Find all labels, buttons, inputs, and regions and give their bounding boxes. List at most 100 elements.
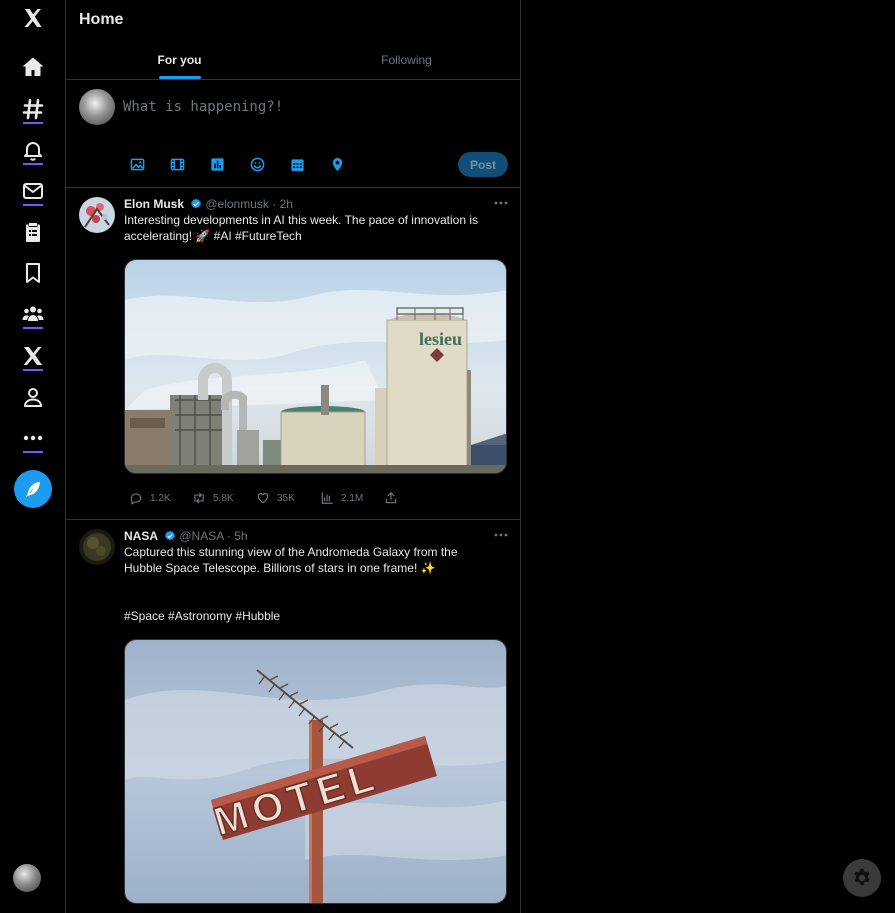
- reply-count: 1.2K: [150, 492, 171, 504]
- share-icon: [385, 492, 397, 504]
- tweet-media[interactable]: lesieu: [124, 259, 507, 474]
- views-button[interactable]: 2.1M: [320, 491, 384, 505]
- tab-label: Following: [381, 52, 432, 67]
- tweet-actions: 1.2K 5.8K 35K 2.1M: [129, 491, 405, 505]
- x-logo-link[interactable]: [13, 0, 53, 36]
- composer-toolbar: [129, 156, 369, 172]
- post-button[interactable]: Post: [458, 152, 508, 177]
- nav-home[interactable]: [13, 49, 53, 85]
- profile-icon: [24, 388, 42, 407]
- view-count: 2.1M: [341, 492, 364, 504]
- tweet-author-avatar[interactable]: [79, 529, 115, 565]
- add-emoji-button[interactable]: [249, 156, 265, 172]
- tweet-header: NASA @NASA · 5h: [124, 529, 248, 543]
- tweet-timestamp[interactable]: 2h: [280, 197, 293, 211]
- nav-indicator: [23, 163, 43, 165]
- nav-communities[interactable]: [13, 296, 53, 332]
- like-button[interactable]: 35K: [256, 491, 320, 505]
- nav-explore[interactable]: [13, 91, 53, 127]
- gif-icon: [170, 158, 184, 170]
- tweet-text: Interesting developments in AI this week…: [124, 213, 478, 243]
- schedule-button[interactable]: [289, 156, 305, 172]
- analytics-icon: [321, 492, 333, 504]
- author-name[interactable]: Elon Musk: [124, 197, 184, 211]
- compose-input[interactable]: [123, 96, 453, 118]
- nav-more[interactable]: [13, 420, 53, 456]
- author-name[interactable]: NASA: [124, 529, 158, 543]
- location-icon: [332, 157, 342, 171]
- bookmark-icon: [26, 263, 40, 283]
- nav-indicator: [23, 327, 43, 329]
- nav-messages[interactable]: [13, 173, 53, 209]
- tweet-header: Elon Musk @elonmusk · 2h: [124, 197, 293, 211]
- nav-indicator: [23, 451, 43, 453]
- verified-badge-icon: [165, 530, 176, 541]
- tweet-timestamp[interactable]: 5h: [234, 529, 247, 543]
- retweet-count: 5.8K: [213, 492, 234, 504]
- retweet-button[interactable]: 5.8K: [192, 491, 256, 505]
- add-gif-button[interactable]: [169, 156, 185, 172]
- share-button[interactable]: [384, 491, 405, 505]
- reply-icon: [130, 493, 142, 505]
- mail-icon: [23, 183, 43, 199]
- poll-icon: [210, 157, 224, 171]
- people-icon: [22, 306, 44, 321]
- add-poll-button[interactable]: [209, 156, 225, 172]
- nav-indicator: [23, 204, 43, 206]
- tweet-more-button[interactable]: [493, 198, 509, 208]
- gear-icon: [854, 868, 870, 885]
- tweet-text: Captured this stunning view of the Andro…: [124, 545, 458, 575]
- more-icon: [23, 435, 43, 441]
- clipboard-list-icon: [26, 223, 40, 242]
- author-handle[interactable]: @elonmusk: [205, 197, 269, 211]
- image-icon: [130, 158, 144, 170]
- emoji-icon: [250, 157, 264, 171]
- tag-location-button[interactable]: [329, 156, 345, 172]
- nav-indicator: [23, 369, 43, 371]
- schedule-icon: [290, 158, 304, 171]
- timeline-tabs: For you Following: [66, 40, 520, 80]
- x-logo-icon: [24, 9, 42, 27]
- compose-post-button[interactable]: [14, 470, 52, 508]
- nav-bookmarks[interactable]: [13, 255, 53, 291]
- composer-avatar: [79, 89, 115, 125]
- tweet[interactable]: Elon Musk @elonmusk · 2h Interesting dev…: [66, 188, 520, 520]
- feather-icon: [25, 481, 41, 497]
- tab-following[interactable]: Following: [293, 40, 520, 79]
- retweet-icon: [194, 492, 204, 504]
- tweet-hashtags[interactable]: #Space #Astronomy #Hubble: [124, 609, 280, 623]
- nav-indicator: [23, 122, 43, 124]
- post-composer: Post: [66, 80, 520, 188]
- home-icon: [22, 57, 44, 76]
- factory-photo: lesieu: [125, 260, 506, 473]
- nav-notifications[interactable]: [13, 132, 53, 168]
- tweet[interactable]: NASA @NASA · 5h Captured this stunning v…: [66, 520, 520, 913]
- heart-icon: [257, 493, 269, 504]
- tweet-author-avatar[interactable]: [79, 197, 115, 233]
- more-horizontal-icon: [494, 533, 508, 537]
- author-handle[interactable]: @NASA: [179, 529, 223, 543]
- active-tab-indicator: [158, 76, 201, 79]
- tab-for-you[interactable]: For you: [66, 40, 293, 79]
- nav-lists[interactable]: [13, 214, 53, 250]
- like-count: 35K: [277, 492, 295, 504]
- tweet-more-button[interactable]: [493, 530, 509, 540]
- avatar-image: [79, 197, 115, 233]
- nav-premium[interactable]: [13, 338, 53, 374]
- tower-logo-text: lesieu: [419, 329, 462, 349]
- motel-sign-photo: MOTEL: [125, 640, 506, 903]
- reply-button[interactable]: 1.2K: [129, 491, 192, 505]
- add-media-button[interactable]: [129, 156, 145, 172]
- nav-profile[interactable]: [13, 379, 53, 415]
- avatar-image: [79, 529, 115, 565]
- bell-icon: [24, 142, 42, 161]
- tweet-media[interactable]: MOTEL: [124, 639, 507, 904]
- verified-badge-icon: [191, 198, 202, 209]
- tab-label: For you: [157, 52, 202, 67]
- page-title: Home: [79, 11, 124, 28]
- separator-dot: ·: [226, 529, 231, 543]
- hashtag-icon: [22, 98, 44, 120]
- more-horizontal-icon: [494, 201, 508, 205]
- account-avatar[interactable]: [13, 864, 41, 892]
- settings-button[interactable]: [843, 859, 881, 897]
